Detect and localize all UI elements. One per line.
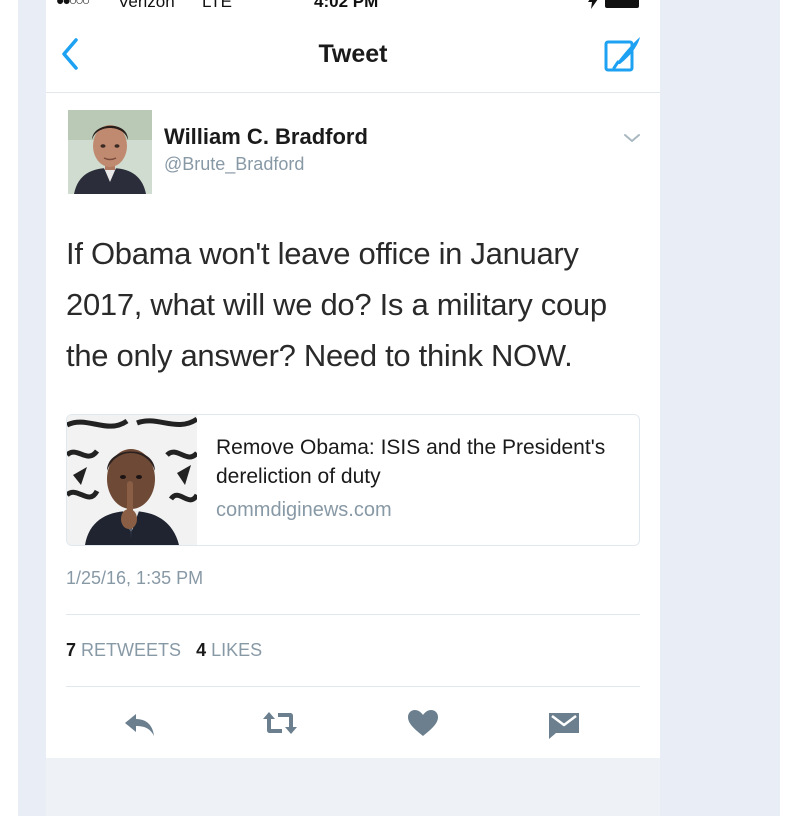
status-time: 4:02 PM bbox=[314, 0, 379, 11]
phone-screen: ●●○○○ Verizon LTE 4:02 PM Tweet William … bbox=[46, 0, 660, 816]
network-type: LTE bbox=[202, 0, 232, 11]
tweet-text: If Obama won't leave office in January 2… bbox=[66, 236, 607, 373]
reply-icon bbox=[125, 714, 154, 736]
direct-message-button[interactable] bbox=[544, 706, 584, 740]
likes-label: LIKES bbox=[211, 640, 263, 660]
retweet-icon bbox=[263, 712, 297, 734]
author-name[interactable]: William C. Bradford bbox=[164, 124, 368, 150]
link-card-title: Remove Obama: ISIS and the President's d… bbox=[216, 436, 606, 488]
carrier-name: Verizon bbox=[118, 0, 175, 11]
retweets-count: 7 bbox=[66, 640, 77, 660]
reply-button[interactable] bbox=[120, 706, 160, 740]
tweet-timestamp: 1/25/16, 1:35 PM bbox=[66, 568, 204, 588]
avatar[interactable] bbox=[68, 110, 152, 194]
engagement-stats: 7 RETWEETS 4 LIKES bbox=[66, 640, 272, 661]
footer-strip bbox=[46, 758, 660, 816]
chevron-down-icon bbox=[624, 134, 640, 142]
navigation-bar: Tweet bbox=[46, 14, 660, 93]
link-card[interactable]: Remove Obama: ISIS and the President's d… bbox=[66, 414, 640, 546]
status-bar: ●●○○○ Verizon LTE 4:02 PM bbox=[46, 0, 660, 12]
retweets-label: RETWEETS bbox=[81, 640, 182, 660]
link-card-domain: commdiginews.com bbox=[216, 499, 392, 521]
signal-strength: ●●○○○ bbox=[56, 0, 90, 8]
battery-icon bbox=[586, 0, 639, 12]
divider bbox=[66, 686, 640, 687]
tweet-options-button[interactable] bbox=[622, 130, 642, 146]
like-button[interactable] bbox=[403, 706, 443, 740]
likes-stat[interactable]: 4 LIKES bbox=[196, 640, 262, 661]
link-preview-thumbnail-icon bbox=[67, 415, 197, 545]
compose-button[interactable] bbox=[602, 34, 646, 74]
page-title: Tweet bbox=[318, 40, 388, 68]
profile-photo-icon bbox=[68, 110, 152, 194]
author-handle[interactable]: @Brute_Bradford bbox=[164, 154, 304, 175]
compose-icon bbox=[604, 37, 640, 72]
retweets-stat[interactable]: 7 RETWEETS bbox=[66, 640, 181, 661]
link-card-image bbox=[67, 415, 197, 545]
likes-count: 4 bbox=[196, 640, 207, 660]
divider bbox=[66, 614, 640, 615]
retweet-button[interactable] bbox=[260, 706, 300, 740]
like-icon bbox=[408, 710, 438, 736]
direct-message-icon bbox=[549, 713, 579, 739]
